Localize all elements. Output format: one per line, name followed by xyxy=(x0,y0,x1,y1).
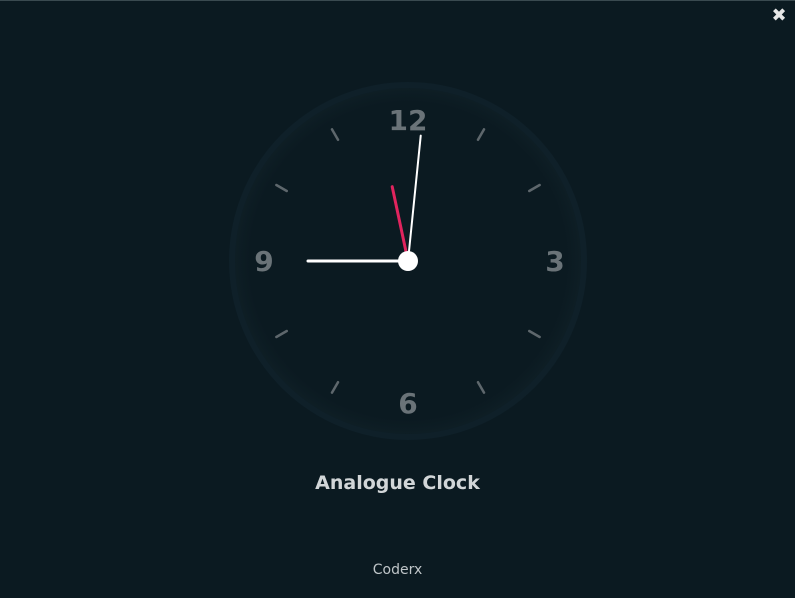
center-pin xyxy=(398,251,418,271)
analogue-clock: 12 3 6 9 xyxy=(228,81,588,441)
numeral-9: 9 xyxy=(254,245,273,278)
numeral-3: 3 xyxy=(545,245,564,278)
numeral-12: 12 xyxy=(389,104,428,137)
footer-credit: Coderx xyxy=(372,562,423,578)
app-window: ✖ 12 3 6 9 Analogue Clock Coderx xyxy=(0,0,795,598)
clock-title: Analogue Clock xyxy=(315,472,480,494)
numeral-6: 6 xyxy=(398,387,417,420)
top-border xyxy=(0,0,795,1)
clock-face: 12 3 6 9 xyxy=(228,81,588,441)
close-icon[interactable]: ✖ xyxy=(769,6,789,26)
